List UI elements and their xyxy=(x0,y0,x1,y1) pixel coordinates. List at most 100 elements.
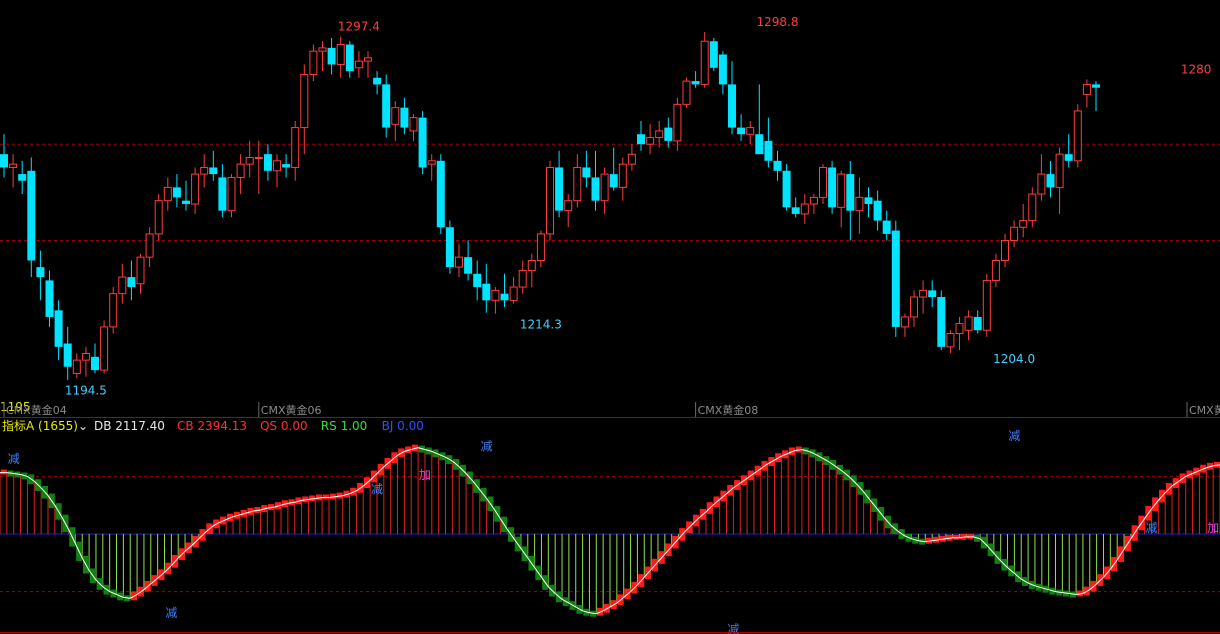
reduce-signal: 减 xyxy=(1145,521,1157,535)
candle-body xyxy=(191,173,200,205)
candle-body xyxy=(1019,220,1028,228)
candle-body xyxy=(9,163,18,168)
candle-body xyxy=(27,170,36,261)
candle-body xyxy=(163,186,172,202)
candle-body xyxy=(637,134,645,145)
candle-body xyxy=(728,84,736,128)
candle-body xyxy=(100,326,109,371)
candle-body xyxy=(354,60,363,69)
candle-body xyxy=(500,293,509,301)
candle-body xyxy=(673,103,682,142)
candle-body xyxy=(627,153,636,165)
candle-body xyxy=(964,316,973,331)
candle-body xyxy=(427,160,436,165)
legend-cb: CB 2394.13 xyxy=(177,419,247,433)
indicator-header[interactable]: 指标A (1655) ⌄ DB 2117.40 CB 2394.13 QS 0.00 RS… xyxy=(2,418,424,433)
candle-body xyxy=(309,50,318,75)
candle-body xyxy=(127,277,136,288)
candle-body xyxy=(600,173,609,202)
candle-body xyxy=(327,47,336,65)
candle-body xyxy=(700,40,709,85)
candle-body xyxy=(482,283,491,301)
legend-rs: RS 1.00 xyxy=(321,419,368,433)
candle-body xyxy=(1092,84,1100,88)
candle-body xyxy=(200,166,209,175)
candle-body xyxy=(45,280,54,317)
candle xyxy=(982,273,991,337)
candle xyxy=(100,320,109,374)
candle-body xyxy=(819,166,827,198)
candle-body xyxy=(837,173,846,208)
candle-body xyxy=(291,127,300,168)
candle-body xyxy=(118,276,127,295)
candle-body xyxy=(91,356,99,371)
candle-body xyxy=(63,343,72,367)
candle-body xyxy=(245,156,254,165)
candle-body xyxy=(136,256,145,285)
candle-body xyxy=(855,196,864,212)
candle-body xyxy=(1082,83,1091,95)
chevron-down-icon[interactable]: ⌄ xyxy=(78,419,88,433)
candle-body xyxy=(764,140,773,161)
candle-body xyxy=(709,41,718,68)
candle-body xyxy=(72,359,81,374)
candle-body xyxy=(882,220,891,234)
candle-body xyxy=(946,333,955,348)
indicator-name[interactable]: 指标A (1655) xyxy=(2,418,78,433)
candle xyxy=(27,157,36,278)
add-signal: 加 xyxy=(1207,521,1219,535)
candle-body xyxy=(609,174,618,188)
candle-body xyxy=(436,160,445,228)
candle-body xyxy=(564,200,573,212)
reduce-signal: 减 xyxy=(165,606,177,620)
candle-body xyxy=(773,160,782,171)
candle xyxy=(828,160,837,214)
candle-body xyxy=(473,273,482,288)
candle xyxy=(154,194,163,241)
add-signal: 加 xyxy=(419,468,431,482)
candle-body xyxy=(182,200,190,204)
candle-body xyxy=(573,166,582,202)
candle-body xyxy=(455,256,463,268)
candle-body xyxy=(282,164,291,168)
candle-body xyxy=(809,196,818,205)
contract-label: CMX黄金06 xyxy=(261,403,322,417)
legend-qs: QS 0.00 xyxy=(260,419,308,433)
candle-body xyxy=(273,160,281,172)
low-price-label: 1194.5 xyxy=(65,383,107,397)
candle-body xyxy=(718,54,727,85)
candle-body xyxy=(846,174,855,211)
candle-body xyxy=(300,73,309,129)
candle-body xyxy=(145,233,154,258)
candle-body xyxy=(218,177,227,211)
legend-db: DB 2117.40 xyxy=(94,419,165,433)
contract-label: CMX黄金08 xyxy=(698,403,759,417)
futures-chart[interactable]: 1297.4 1298.812801194.51214.31204.0 1195 … xyxy=(0,0,1220,634)
candle-body xyxy=(527,259,536,271)
candle-body xyxy=(509,286,518,301)
candle-body xyxy=(382,84,391,128)
candle xyxy=(682,77,691,108)
candle-body xyxy=(227,176,236,212)
candle-body xyxy=(582,167,591,178)
candle-body xyxy=(1055,153,1064,188)
high-price-label: 1297.4 xyxy=(338,20,380,34)
candle-body xyxy=(263,154,272,171)
candle-body xyxy=(154,200,163,235)
indicator-block xyxy=(0,469,7,475)
high-price-label: 1280 xyxy=(1181,62,1212,76)
candle-body xyxy=(1064,154,1073,161)
candle xyxy=(109,287,118,334)
candle-body xyxy=(982,279,991,331)
reduce-signal: 减 xyxy=(481,439,493,453)
candle-body xyxy=(900,316,909,328)
candle-body xyxy=(919,289,928,298)
candle xyxy=(445,220,454,274)
low-price-label: 1204.0 xyxy=(993,352,1035,366)
candle-body xyxy=(518,269,527,288)
candle-body xyxy=(891,230,900,327)
candle-body xyxy=(800,203,809,215)
candle-body xyxy=(1046,174,1055,188)
candle-body xyxy=(755,134,764,155)
candle-body xyxy=(737,127,746,135)
